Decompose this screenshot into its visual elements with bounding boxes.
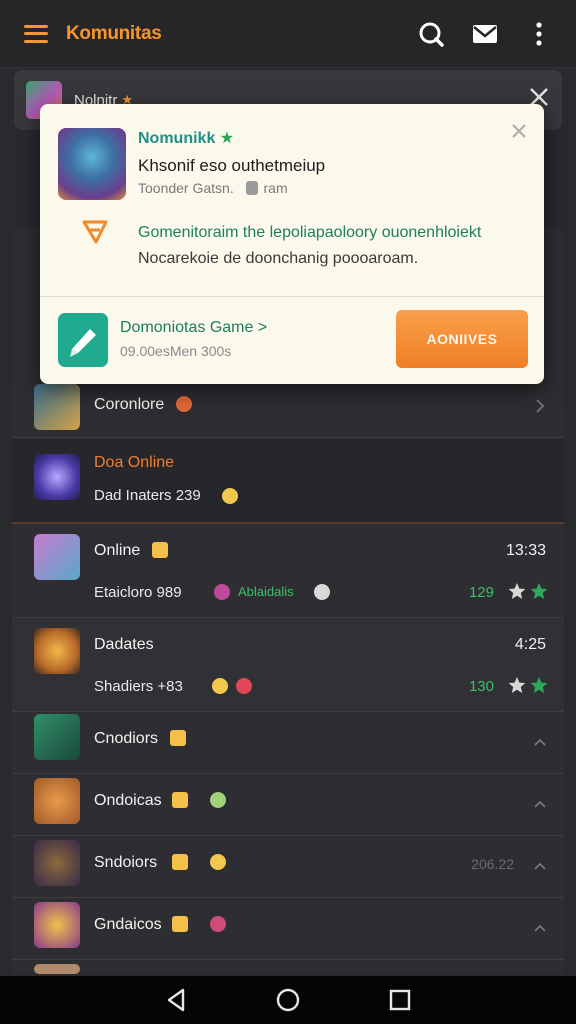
- leaf-icon: [530, 677, 548, 693]
- list-item[interactable]: Cnodiors: [12, 712, 564, 774]
- game-time: 09.00esMen 300s: [120, 343, 232, 359]
- notification-message: Gomenitoraim the lepoliapaoloory ouonenh…: [138, 220, 528, 272]
- count-badge: 130: [468, 678, 494, 695]
- message-line: Nocarekoie de doonchanig poooaroam.: [138, 250, 419, 267]
- list-item-title: Online: [94, 542, 141, 559]
- list-item-title: Sndoiors: [94, 854, 158, 871]
- chevron-up-icon: [534, 862, 546, 870]
- source-extra-text: ram: [263, 180, 288, 196]
- game-row[interactable]: Domoniotas Game > 09.00esMen 300s AONIIV…: [40, 297, 544, 384]
- sparkle-icon: [170, 730, 186, 746]
- sparkle-icon: [172, 792, 188, 808]
- game-icon: [58, 128, 126, 200]
- chevron-up-icon: [534, 924, 546, 932]
- list-item-title: Coronlore: [94, 396, 165, 413]
- notification-source: Toonder Gatsn. ram: [138, 180, 288, 196]
- avatar: [34, 714, 80, 760]
- ghost-icon: [245, 181, 258, 195]
- emoji-icon: [222, 488, 238, 504]
- avatar: [34, 628, 80, 674]
- search-icon[interactable]: [416, 19, 446, 49]
- avatar: [34, 840, 80, 886]
- list-item-subtitle: Etaicloro 989: [94, 584, 182, 601]
- sparkle-icon: [172, 854, 188, 870]
- app-bar: Komunitas: [0, 0, 576, 68]
- app-name-text: Nomunikk: [138, 130, 216, 147]
- menu-icon[interactable]: [24, 24, 48, 43]
- recents-icon[interactable]: [387, 987, 413, 1013]
- avatar: [34, 534, 80, 580]
- emoji-icon: [212, 678, 228, 694]
- list-item-title: Dadates: [94, 636, 154, 653]
- system-nav-bar: [0, 976, 576, 1024]
- mail-icon[interactable]: [470, 19, 500, 49]
- list-item[interactable]: Online 13:33 Etaicloro 989 Ablaidalis 12…: [12, 524, 564, 618]
- home-icon[interactable]: [275, 987, 301, 1013]
- more-options-icon[interactable]: [524, 19, 554, 49]
- list-item[interactable]: Coronlore: [12, 376, 564, 438]
- app-title: Komunitas: [66, 22, 162, 44]
- timestamp: 206.22: [471, 856, 514, 872]
- chevron-up-icon: [534, 800, 546, 808]
- status-text: Ablaidalis: [238, 584, 294, 599]
- message-icon: [80, 216, 110, 246]
- timestamp: 4:25: [514, 636, 546, 653]
- count-badge: 129: [468, 584, 494, 601]
- list-item-subtitle: Shadiers +83: [94, 678, 183, 695]
- game-row-icon: [58, 313, 108, 367]
- sparkle-icon: [152, 542, 168, 558]
- emoji-icon: [214, 584, 230, 600]
- list-item[interactable]: Gndaicos: [12, 898, 564, 960]
- notification-app-name: Nomunikk ★: [138, 128, 234, 148]
- notification-headline: Khsoni​f eso outhetmeiup: [138, 156, 326, 175]
- emoji-icon: [210, 916, 226, 932]
- avatar: [34, 964, 80, 974]
- star-icon: [508, 677, 526, 693]
- list-item-title: Gndaicos: [94, 916, 162, 933]
- emoji-icon: [314, 584, 330, 600]
- list-item[interactable]: Doa Online Dad Inaters 239: [12, 438, 564, 524]
- source-text: Toonder Gatsn.: [138, 180, 234, 196]
- avatar: [34, 778, 80, 824]
- action-button[interactable]: AONIIVES: [396, 310, 528, 368]
- emoji-icon: [210, 854, 226, 870]
- chevron-up-icon: [534, 738, 546, 746]
- leaf-icon: [530, 583, 548, 599]
- timestamp: 13:33: [505, 542, 546, 559]
- avatar: [34, 454, 80, 500]
- list-item-title: Cnodiors: [94, 730, 159, 747]
- list-item[interactable]: Dadates 4:25 Shadiers +83 130: [12, 618, 564, 712]
- list-item[interactable]: [12, 960, 564, 974]
- emoji-icon: [210, 792, 226, 808]
- chevron-right-icon: [536, 399, 545, 413]
- list-item-title: Ondoicas: [94, 792, 162, 809]
- emoji-icon: [176, 396, 192, 412]
- avatar: [34, 384, 80, 430]
- sparkle-icon: [172, 916, 188, 932]
- star-icon: ★: [219, 130, 235, 147]
- list-item-title: Doa Online: [94, 454, 175, 471]
- list-item-subtitle: Dad Inaters 239: [94, 487, 201, 504]
- list-item[interactable]: Ondoicas: [12, 774, 564, 836]
- close-icon[interactable]: [510, 122, 528, 140]
- message-line: Gomenitoraim the lepoliapaoloory ouonenh…: [138, 224, 482, 241]
- game-name[interactable]: Domoniotas Game >: [120, 319, 267, 337]
- list-item[interactable]: Sndoiors 206.22: [12, 836, 564, 898]
- star-icon: [508, 583, 526, 599]
- emoji-icon: [236, 678, 252, 694]
- back-icon[interactable]: [163, 987, 189, 1013]
- notification-card[interactable]: Nomunikk ★ Khsoni​f eso outhetmeiup Toon…: [40, 104, 544, 384]
- avatar: [34, 902, 80, 948]
